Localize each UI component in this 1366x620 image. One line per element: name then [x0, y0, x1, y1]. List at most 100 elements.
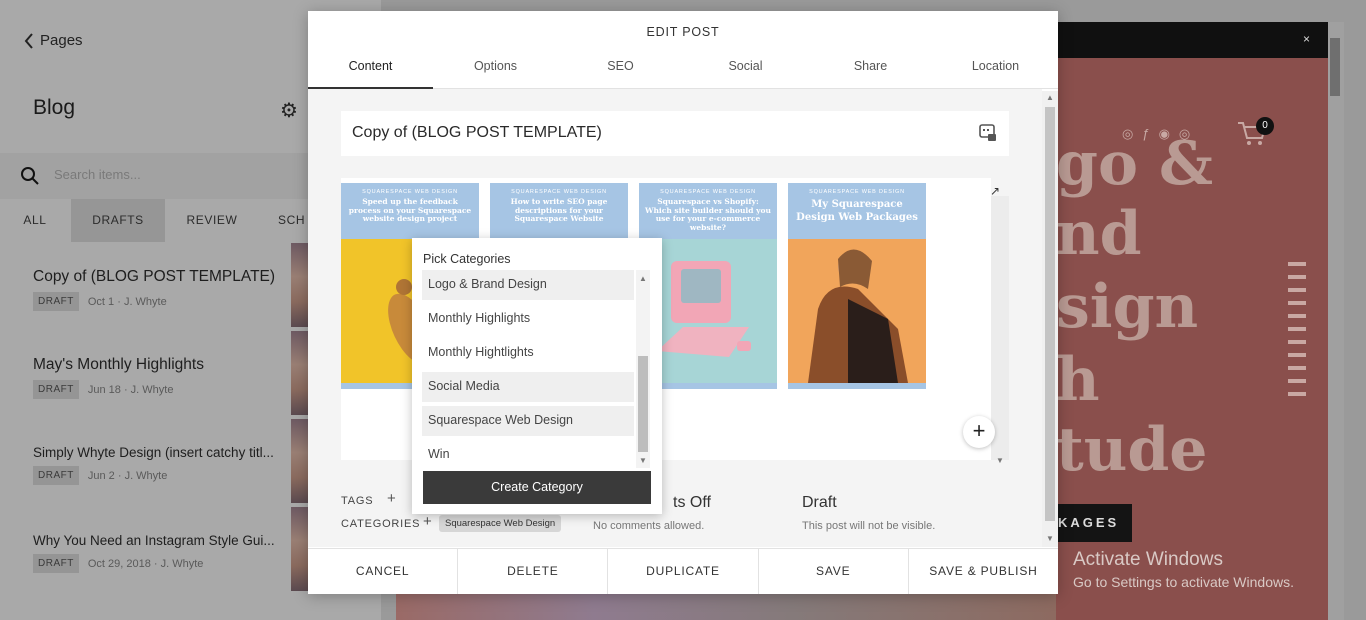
post-date: Oct 1: [87, 295, 115, 308]
category-list-scrollbar[interactable]: ▲ ▼: [636, 270, 650, 468]
packages-button[interactable]: KAGES: [1056, 504, 1132, 542]
activate-windows-title: Activate Windows: [1073, 549, 1223, 570]
post-item[interactable]: Why You Need an Instagram Style Gui... D…: [33, 533, 293, 573]
tags-label: TAGS: [341, 495, 374, 507]
category-option[interactable]: Win: [422, 440, 634, 468]
hero-text-line: tude: [1056, 415, 1208, 485]
delete-button[interactable]: DELETE: [458, 549, 609, 594]
create-category-button[interactable]: Create Category: [423, 471, 651, 504]
post-title: Copy of (BLOG POST TEMPLATE): [33, 268, 276, 285]
post-item[interactable]: Simply Whyte Design (insert catchy titl.…: [33, 445, 293, 485]
scroll-down-icon[interactable]: ▼: [1046, 534, 1054, 543]
modal-scrollbar[interactable]: ▲ ▼: [1042, 91, 1058, 547]
card-brand: SQUARESPACE WEB DESIGN: [511, 189, 607, 195]
post-date: Oct 29, 2018: [87, 557, 151, 570]
modal-title: EDIT POST: [646, 25, 720, 39]
site-preview: × ◎ƒ◉◎ 0 go & nd sign h tude KAGES: [1056, 22, 1328, 620]
category-option[interactable]: Social Media: [422, 372, 634, 406]
comments-status[interactable]: ts Off: [673, 494, 711, 512]
page-scrollbar[interactable]: [1328, 22, 1344, 620]
post-date: Jun 2: [87, 469, 115, 482]
card-brand: SQUARESPACE WEB DESIGN: [362, 189, 458, 195]
post-thumbnail: [291, 419, 309, 503]
tab-social[interactable]: Social: [683, 55, 808, 89]
categories-label: CATEGORIES: [341, 518, 421, 530]
publish-status[interactable]: Draft: [802, 494, 837, 512]
back-label: Pages: [40, 32, 83, 49]
gear-icon[interactable]: ⚙: [280, 98, 298, 123]
card-headline: Speed up the feedback process on your Sq…: [348, 197, 472, 223]
post-title-value: Copy of (BLOG POST TEMPLATE): [352, 124, 602, 141]
post-thumbnail: [291, 507, 309, 591]
expand-icon[interactable]: ↗: [990, 184, 1000, 198]
pick-categories-popup: Pick Categories Logo & Brand Design Mont…: [412, 238, 662, 514]
add-category-icon[interactable]: +: [423, 513, 432, 530]
activate-windows-subtitle: Go to Settings to activate Windows.: [1073, 574, 1294, 590]
filter-all[interactable]: ALL: [14, 199, 56, 242]
gallery-scroll-down-icon[interactable]: ▼: [996, 456, 1004, 465]
card-brand: SQUARESPACE WEB DESIGN: [660, 189, 756, 195]
scroll-up-icon[interactable]: ▲: [1046, 93, 1054, 102]
hero-text-line: h: [1056, 345, 1100, 415]
hero-text-line: nd: [1056, 199, 1142, 269]
scroll-up-icon[interactable]: ▲: [639, 274, 647, 283]
cart-count-badge: 0: [1256, 117, 1274, 135]
category-option[interactable]: Logo & Brand Design: [422, 270, 634, 304]
category-option[interactable]: Squarespace Web Design: [422, 406, 634, 440]
scroll-down-icon[interactable]: ▼: [639, 456, 647, 465]
post-item[interactable]: May's Monthly Highlights DRAFT Jun 18 · J…: [33, 356, 293, 399]
status-badge: DRAFT: [33, 466, 79, 485]
tab-options[interactable]: Options: [433, 55, 558, 89]
tab-share[interactable]: Share: [808, 55, 933, 89]
post-item[interactable]: Copy of (BLOG POST TEMPLATE) DRAFT Oct 1 …: [33, 268, 293, 311]
category-list: Logo & Brand Design Monthly Highlights M…: [422, 270, 634, 468]
add-tag-icon[interactable]: +: [387, 490, 396, 507]
gallery-card[interactable]: SQUARESPACE WEB DESIGN My Squarespace Des…: [788, 183, 926, 389]
tab-content[interactable]: Content: [308, 55, 433, 89]
gallery-image: [788, 239, 926, 383]
page-title: Blog: [33, 96, 76, 119]
post-title: Why You Need an Instagram Style Gui...: [33, 533, 275, 548]
post-thumbnail: [291, 243, 309, 327]
menu-icon[interactable]: [1288, 262, 1306, 405]
category-scroll-thumb[interactable]: [638, 356, 648, 452]
category-option[interactable]: Monthly Hightlights: [422, 338, 634, 372]
post-title: Simply Whyte Design (insert catchy titl.…: [33, 445, 274, 460]
cancel-button[interactable]: CANCEL: [308, 549, 459, 594]
popup-heading: Pick Categories: [423, 252, 511, 266]
modal-footer: CANCEL DELETE DUPLICATE SAVE SAVE & PUBL…: [308, 548, 1058, 594]
comments-description: No comments allowed.: [593, 520, 705, 532]
page-scroll-thumb[interactable]: [1330, 38, 1340, 96]
card-brand: SQUARESPACE WEB DESIGN: [809, 189, 905, 195]
hero-text-line: sign: [1056, 272, 1199, 342]
search-input[interactable]: [54, 167, 274, 182]
category-chip[interactable]: Squarespace Web Design: [439, 515, 562, 532]
filter-review[interactable]: REVIEW: [180, 199, 244, 242]
save-publish-button[interactable]: SAVE & PUBLISH: [909, 549, 1058, 594]
gallery-edge: [991, 196, 1009, 460]
close-icon[interactable]: ×: [1303, 32, 1310, 46]
duplicate-button[interactable]: DUPLICATE: [608, 549, 759, 594]
status-badge: DRAFT: [33, 554, 79, 573]
category-option[interactable]: Monthly Highlights: [422, 304, 634, 338]
modal-tabs: Content Options SEO Social Share Locatio…: [308, 55, 1058, 89]
post-author: J. Whyte: [123, 295, 167, 308]
tab-location[interactable]: Location: [933, 55, 1058, 89]
post-date: Jun 18: [87, 383, 121, 396]
tab-seo[interactable]: SEO: [558, 55, 683, 89]
post-title-field[interactable]: Copy of (BLOG POST TEMPLATE): [341, 111, 1009, 156]
meta-sep: ·: [153, 557, 158, 570]
editor-block-icon[interactable]: [979, 124, 997, 142]
preview-topbar: [1056, 22, 1328, 58]
filter-drafts[interactable]: DRAFTS: [71, 199, 165, 242]
post-author: J. Whyte: [160, 557, 204, 570]
post-thumbnail: [291, 331, 309, 415]
card-headline: How to write SEO page descriptions for y…: [510, 197, 608, 223]
add-block-button[interactable]: +: [963, 416, 995, 448]
preview-bottom-strip: [396, 594, 1056, 620]
hero-text-line: go &: [1056, 129, 1214, 199]
back-to-pages[interactable]: Pages: [24, 32, 83, 49]
status-badge: DRAFT: [33, 292, 79, 311]
save-button[interactable]: SAVE: [759, 549, 909, 594]
modal-scroll-thumb[interactable]: [1045, 107, 1055, 521]
